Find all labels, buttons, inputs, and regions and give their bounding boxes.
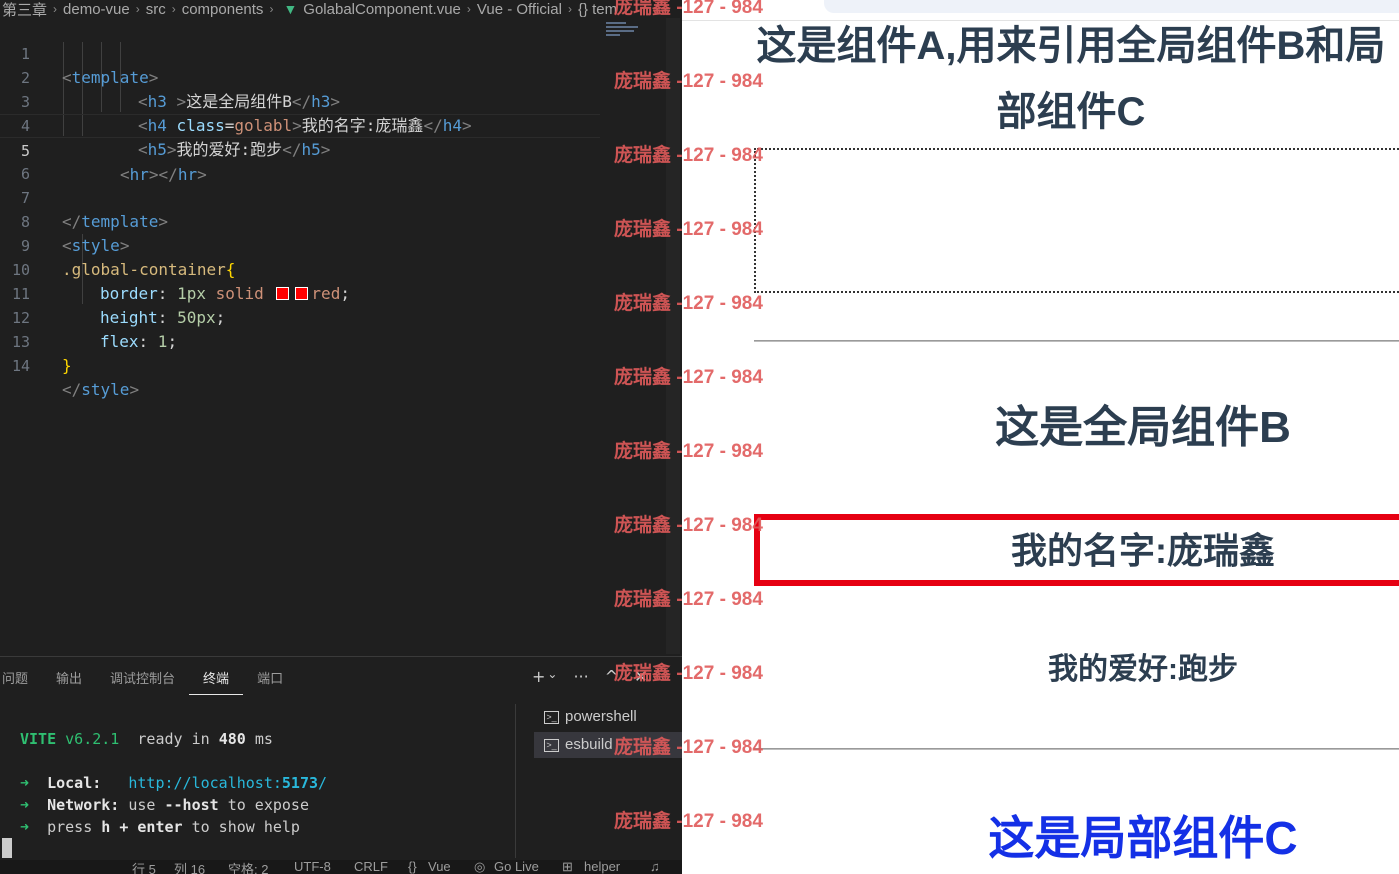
breadcrumb-item-components[interactable]: components (180, 1, 266, 18)
tab-terminal[interactable]: 终端 (189, 667, 244, 695)
horizontal-rule (754, 340, 1399, 342)
terminal-icon: >_ (544, 710, 559, 724)
status-spaces[interactable]: 空格: 2 (228, 860, 268, 874)
breadcrumb-item-symbol[interactable]: {} tem (576, 1, 619, 18)
code-line[interactable]: 13 } (0, 306, 600, 375)
editor-pane: 第三章 › demo-vue › src › components › ▼ Go… (0, 0, 682, 874)
chevron-right-icon: › (567, 2, 572, 16)
breadcrumb-item-file[interactable]: GolabalComponent.vue (301, 1, 463, 18)
breadcrumb-item-language[interactable]: Vue - Official (475, 1, 564, 18)
global-component-name: 我的名字:庞瑞鑫 (1011, 530, 1275, 571)
code-line[interactable]: 14 </style> (0, 330, 600, 399)
code-line[interactable]: 3 <h4 class=golabl>我的名字:庞瑞鑫</h4> (0, 66, 600, 135)
status-eol[interactable]: CRLF (354, 860, 388, 874)
local-component-title: 这是局部组件C (988, 812, 1298, 864)
chevron-right-icon: › (269, 2, 274, 16)
code-line-current[interactable]: 5 <hr></hr> (0, 114, 600, 184)
chevron-right-icon: › (171, 2, 176, 16)
code-line[interactable]: 10 border: 1px solid red; (0, 234, 600, 303)
chevron-right-icon: › (53, 2, 58, 16)
breadcrumb: 第三章 › demo-vue › src › components › ▼ Go… (0, 0, 682, 19)
code-line[interactable]: 1 <template> (0, 18, 600, 87)
code-editor[interactable]: 1 <template> 2 <h3 >这是全局组件B</h3> 3 <h4 c… (0, 18, 600, 399)
add-terminal-icon[interactable]: + (532, 667, 545, 686)
code-line[interactable]: 11 height: 50px; (0, 258, 600, 327)
terminal-item-powershell[interactable]: >_ powershell (534, 704, 682, 730)
terminal-line: VITE v6.2.1 ready in 480 ms (20, 730, 273, 748)
terminal-line: ➜ Network: use --host to expose (20, 796, 309, 814)
maximize-icon[interactable]: ^ (605, 667, 618, 686)
global-component-title: 这是全局组件B (995, 403, 1291, 452)
tab-ports[interactable]: 端口 (243, 667, 297, 695)
terminal-line: ➜ Local: http://localhost:5173/ (20, 774, 328, 792)
status-bar: 行 5 列 16 空格: 2 UTF-8 CRLF {} Vue ◎ Go Li… (0, 860, 682, 874)
component-a-container (754, 148, 1399, 293)
status-helper[interactable]: helper (584, 860, 620, 874)
divider[interactable] (515, 704, 516, 858)
code-token: style (81, 380, 130, 399)
editor-scrollbar[interactable] (666, 18, 680, 654)
tab-problems[interactable]: 问题 (0, 667, 42, 695)
vue-file-icon: ▼ (283, 1, 298, 17)
code-line[interactable]: 4 <h5>我的爱好:跑步</h5> (0, 90, 600, 159)
code-line[interactable]: 6 (0, 138, 600, 183)
chevron-right-icon: › (135, 2, 140, 16)
terminal-output[interactable]: VITE v6.2.1 ready in 480 ms ➜ Local: htt… (0, 707, 515, 857)
status-language[interactable]: Vue (428, 860, 451, 874)
code-line[interactable]: 9 .global-container{ (0, 210, 600, 279)
line-number: 14 (11, 357, 30, 375)
component-a-title-wrap: 部组件C (996, 90, 1146, 134)
braces-icon: {} (408, 860, 417, 874)
bell-icon[interactable]: ♫ (650, 860, 660, 874)
terminal-item-esbuild[interactable]: >_ esbuild (534, 732, 682, 758)
panel-tabs: 问题 输出 调试控制台 终端 端口 (0, 667, 297, 695)
status-column[interactable]: 列 16 (174, 860, 205, 874)
code-line[interactable]: 7 </template> (0, 162, 600, 231)
terminal-item-label: powershell (565, 708, 637, 725)
tab-debug-console[interactable]: 调试控制台 (96, 667, 189, 695)
code-line[interactable]: 8 <style> (0, 186, 600, 255)
terminal-cursor (2, 838, 12, 858)
local-url-link[interactable]: http://localhost:5173/ (128, 774, 327, 792)
chevron-right-icon: › (466, 2, 471, 16)
breadcrumb-item-chapter[interactable]: 第三章 (0, 0, 49, 19)
breadcrumb-item-src[interactable]: src (144, 1, 168, 18)
code-line[interactable]: 2 <h3 >这是全局组件B</h3> (0, 42, 600, 111)
terminal-line: ➜ press h + enter to show help (20, 818, 300, 836)
terminal-icon: >_ (544, 738, 559, 752)
browser-address-bar[interactable] (824, 0, 1399, 13)
status-encoding[interactable]: UTF-8 (294, 860, 331, 874)
broadcast-icon: ◎ (474, 860, 486, 874)
close-icon[interactable]: ✕ (634, 667, 647, 686)
breadcrumb-item-project[interactable]: demo-vue (61, 1, 132, 18)
global-component-hobby: 我的爱好:跑步 (1048, 653, 1238, 686)
terminal-list: >_ powershell >_ esbuild (534, 704, 682, 854)
status-line[interactable]: 行 5 (132, 860, 156, 874)
helper-icon: ⊞ (562, 860, 573, 874)
minimap[interactable] (606, 20, 654, 50)
panel-actions: + ⌄ ··· ^ ✕ (532, 667, 648, 686)
browser-preview: 这是组件A,用来引用全局组件B和局 部组件C 这是全局组件B 我的名字:庞瑞鑫 … (682, 0, 1399, 874)
status-golive[interactable]: Go Live (494, 860, 539, 874)
more-icon[interactable]: ··· (573, 667, 588, 686)
chevron-down-icon[interactable]: ⌄ (547, 667, 557, 686)
horizontal-rule (754, 748, 1399, 750)
code-line[interactable]: 12 flex: 1; (0, 282, 600, 351)
component-a-title: 这是组件A,用来引用全局组件B和局 (756, 24, 1386, 68)
terminal-item-label: esbuild (565, 736, 613, 753)
tab-output[interactable]: 输出 (42, 667, 96, 695)
